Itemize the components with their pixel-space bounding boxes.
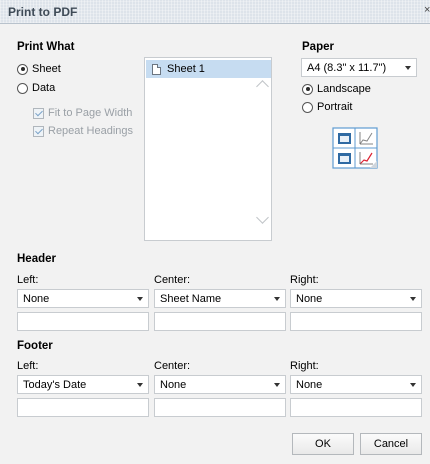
- dialog-title: Print to PDF: [8, 5, 78, 19]
- chevron-down-icon: [405, 66, 411, 70]
- footer-left-label: Left:: [17, 360, 39, 372]
- footer-center-select[interactable]: None: [154, 375, 286, 394]
- header-left-label: Left:: [17, 274, 39, 286]
- checkbox-checked-icon: [33, 107, 44, 119]
- footer-right-select[interactable]: None: [290, 375, 422, 394]
- header-center-text-field[interactable]: [154, 312, 286, 331]
- header-center-label: Center:: [154, 274, 191, 286]
- footer-left-select[interactable]: Today's Date: [17, 375, 149, 394]
- cancel-button[interactable]: Cancel: [360, 433, 422, 455]
- chevron-down-icon: [274, 383, 280, 387]
- document-icon: [152, 63, 161, 75]
- header-left-value: None: [23, 292, 50, 305]
- scroll-up-icon[interactable]: [256, 80, 269, 93]
- repeat-headings-checkbox[interactable]: Repeat Headings: [33, 125, 133, 137]
- footer-right-label: Right:: [290, 360, 319, 372]
- header-right-text-field[interactable]: [290, 312, 422, 331]
- header-left-text-field[interactable]: [17, 312, 149, 331]
- scroll-down-icon[interactable]: [256, 211, 269, 224]
- radio-unselected-icon: [17, 82, 28, 94]
- chevron-down-icon: [410, 297, 416, 301]
- data-radio[interactable]: Data: [17, 82, 55, 94]
- title-bar[interactable]: Print to PDF ×: [0, 0, 430, 24]
- paper-size-value: A4 (8.3" x 11.7"): [307, 61, 387, 74]
- footer-left-value: Today's Date: [23, 378, 87, 391]
- fit-to-page-width-label: Fit to Page Width: [48, 107, 133, 119]
- header-heading: Header: [17, 253, 56, 265]
- footer-center-label: Center:: [154, 360, 191, 372]
- footer-center-text-field[interactable]: [154, 398, 286, 417]
- chevron-down-icon: [137, 297, 143, 301]
- data-radio-label: Data: [32, 82, 56, 94]
- header-center-value: Sheet Name: [160, 292, 222, 305]
- chevron-down-icon: [137, 383, 143, 387]
- sheet-name: Sheet 1: [167, 63, 205, 75]
- portrait-radio[interactable]: Portrait: [302, 101, 352, 113]
- header-right-select[interactable]: None: [290, 289, 422, 308]
- fit-to-page-width-checkbox[interactable]: Fit to Page Width: [33, 107, 132, 119]
- header-right-label: Right:: [290, 274, 319, 286]
- chevron-down-icon: [274, 297, 280, 301]
- print-what-heading: Print What: [17, 41, 75, 53]
- sheet-radio-label: Sheet: [32, 63, 61, 75]
- chevron-down-icon: [410, 383, 416, 387]
- header-left-select[interactable]: None: [17, 289, 149, 308]
- repeat-headings-label: Repeat Headings: [48, 125, 134, 137]
- footer-right-value: None: [296, 378, 323, 391]
- header-right-value: None: [296, 292, 323, 305]
- close-icon[interactable]: ×: [424, 4, 430, 16]
- footer-left-text-field[interactable]: [17, 398, 149, 417]
- sheet-radio[interactable]: Sheet: [17, 63, 61, 75]
- print-to-pdf-dialog: Print to PDF × Print What Sheet Data Fit…: [0, 0, 430, 464]
- landscape-orientation-icon: [332, 127, 378, 169]
- paper-size-select[interactable]: A4 (8.3" x 11.7"): [301, 58, 417, 77]
- footer-right-text-field[interactable]: [290, 398, 422, 417]
- footer-center-value: None: [160, 378, 187, 391]
- landscape-label: Landscape: [317, 83, 371, 95]
- paper-heading: Paper: [302, 41, 334, 53]
- footer-heading: Footer: [17, 340, 53, 352]
- list-item[interactable]: Sheet 1: [146, 60, 271, 78]
- radio-selected-icon: [302, 83, 313, 95]
- radio-selected-icon: [17, 63, 28, 75]
- landscape-radio[interactable]: Landscape: [302, 83, 371, 95]
- header-center-select[interactable]: Sheet Name: [154, 289, 286, 308]
- sheet-list[interactable]: Sheet 1: [144, 57, 272, 241]
- checkbox-checked-icon: [33, 125, 44, 137]
- radio-unselected-icon: [302, 101, 313, 113]
- ok-button[interactable]: OK: [292, 433, 354, 455]
- portrait-label: Portrait: [317, 101, 353, 113]
